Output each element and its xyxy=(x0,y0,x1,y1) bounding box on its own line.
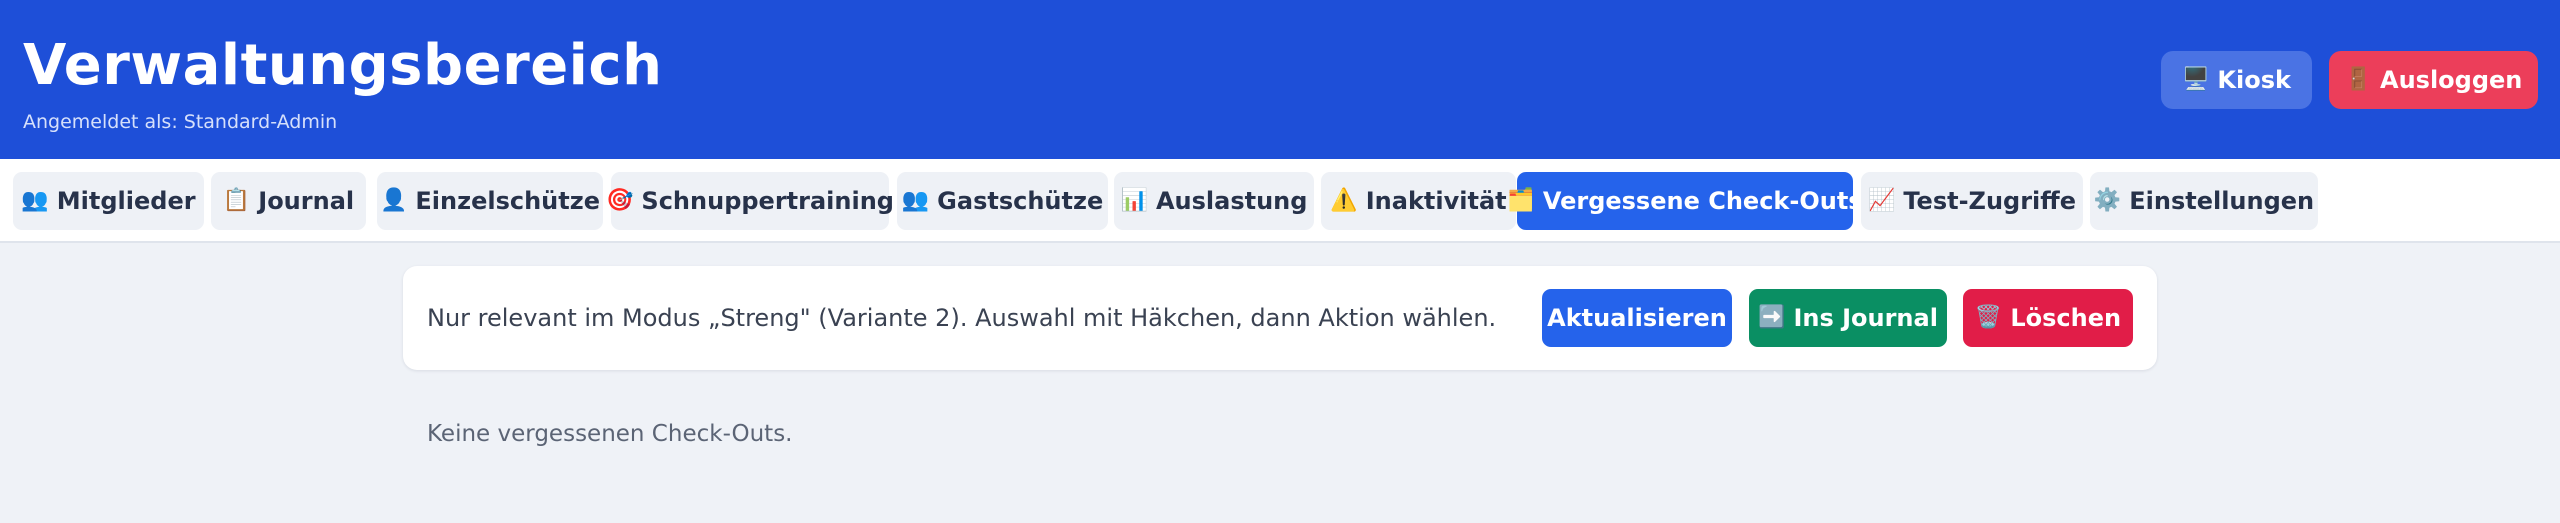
tab-label: Schnuppertraining xyxy=(641,187,894,215)
line-chart-icon: 📈 xyxy=(1867,188,1896,213)
refresh-button-label: Aktualisieren xyxy=(1547,304,1727,332)
app-header: Verwaltungsbereich Angemeldet als: Stand… xyxy=(0,0,2560,159)
logout-button[interactable]: 🚪 Ausloggen xyxy=(2329,51,2538,109)
door-icon: 🚪 xyxy=(2344,67,2372,92)
tab-label: Vergessene Check-Outs xyxy=(1542,187,1863,215)
logged-in-user-text: Angemeldet als: Standard-Admin xyxy=(23,111,338,133)
panel-info-text: Nur relevant im Modus „Streng" (Variante… xyxy=(427,304,1497,332)
tab-label: Journal xyxy=(258,187,355,215)
kiosk-button-label: Kiosk xyxy=(2217,66,2291,94)
tab-label: Einzelschütze xyxy=(415,187,600,215)
tab-journal[interactable]: 📋 Journal xyxy=(211,172,366,230)
tab-label: Test-Zugriffe xyxy=(1903,187,2077,215)
delete-button-label: Löschen xyxy=(2010,304,2122,332)
tab-label: Inaktivität xyxy=(1365,187,1507,215)
bar-chart-icon: 📊 xyxy=(1120,188,1148,213)
tab-mitglieder[interactable]: 👥 Mitglieder xyxy=(13,172,204,230)
monitor-icon: 🖥️ xyxy=(2182,67,2210,92)
people-icon: 👥 xyxy=(21,188,49,213)
move-to-journal-button[interactable]: ➡️ Ins Journal xyxy=(1749,289,1947,347)
people-icon: 👥 xyxy=(901,188,930,213)
tab-auslastung[interactable]: 📊 Auslastung xyxy=(1114,172,1314,230)
tab-vergessene-check-outs[interactable]: 🗂️ Vergessene Check-Outs xyxy=(1507,172,1863,230)
tab-label: Auslastung xyxy=(1155,187,1308,215)
kiosk-button[interactable]: 🖥️ Kiosk xyxy=(2161,51,2312,109)
delete-button[interactable]: 🗑️ Löschen xyxy=(1963,289,2133,347)
refresh-button[interactable]: Aktualisieren xyxy=(1542,289,1732,347)
tab-label: Gastschütze xyxy=(937,187,1104,215)
tab-bar: 👥 Mitglieder 📋 Journal 👤 Einzelschütze 🎯… xyxy=(0,159,2560,243)
folder-icon: 🗂️ xyxy=(1507,188,1535,213)
gear-icon: ⚙️ xyxy=(2093,188,2122,213)
action-panel: Nur relevant im Modus „Streng" (Variante… xyxy=(403,266,2157,370)
trash-icon: 🗑️ xyxy=(1974,305,2003,330)
warning-icon: ⚠️ xyxy=(1330,188,1358,213)
tab-inaktivitaet[interactable]: ⚠️ Inaktivität xyxy=(1321,172,1516,230)
tab-schnuppertraining[interactable]: 🎯 Schnuppertraining xyxy=(606,172,894,230)
tab-gastschuetze[interactable]: 👥 Gastschütze xyxy=(897,172,1108,230)
empty-state-message: Keine vergessenen Check-Outs. xyxy=(427,421,793,447)
tab-test-zugriffe[interactable]: 📈 Test-Zugriffe xyxy=(1861,172,2083,230)
page-title: Verwaltungsbereich xyxy=(23,33,663,98)
logout-button-label: Ausloggen xyxy=(2380,66,2523,94)
tab-label: Einstellungen xyxy=(2129,187,2315,215)
tab-label: Mitglieder xyxy=(56,187,196,215)
arrow-right-icon: ➡️ xyxy=(1758,305,1786,330)
target-icon: 🎯 xyxy=(606,188,634,213)
person-icon: 👤 xyxy=(380,188,408,213)
tab-einzelschuetze[interactable]: 👤 Einzelschütze xyxy=(377,172,603,230)
tab-einstellungen[interactable]: ⚙️ Einstellungen xyxy=(2090,172,2318,230)
clipboard-icon: 📋 xyxy=(222,188,251,213)
move-to-journal-label: Ins Journal xyxy=(1793,304,1938,332)
